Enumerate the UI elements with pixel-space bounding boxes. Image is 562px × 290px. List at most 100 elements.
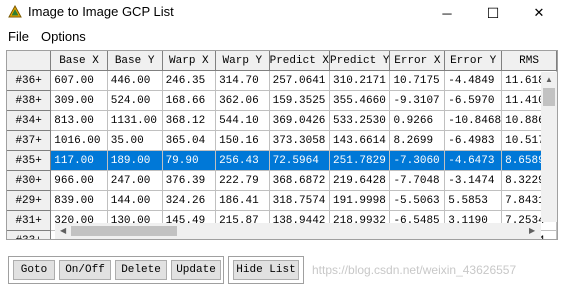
table-row[interactable]: #34+ 813.00 1131.00 368.12 544.10 369.0426 533… xyxy=(7,110,557,131)
minimize-button[interactable]: ─ xyxy=(424,0,470,26)
table-row[interactable]: #30+ 966.00 247.00 376.39 222.79 368.6872 219.… xyxy=(7,170,557,191)
table-cell[interactable]: 35.00 xyxy=(107,130,163,151)
table-cell[interactable]: 544.10 xyxy=(215,110,270,131)
table-cell[interactable]: -7.7048 xyxy=(389,170,446,191)
column-header[interactable]: Warp X xyxy=(162,51,217,71)
row-header[interactable]: #35+ xyxy=(7,150,52,171)
table-row[interactable]: #35+ 117.00 189.00 79.90 256.43 72.5964 251.78… xyxy=(7,150,557,171)
close-button[interactable]: ✕ xyxy=(516,0,562,26)
table-cell[interactable]: 1131.00 xyxy=(107,110,163,131)
scroll-right-icon[interactable]: ▶ xyxy=(529,227,535,235)
row-header[interactable]: #37+ xyxy=(7,130,52,151)
table-cell[interactable]: 246.35 xyxy=(162,70,217,91)
vertical-scrollbar[interactable]: ▲ xyxy=(541,72,557,222)
update-button[interactable]: Update xyxy=(171,260,221,280)
table-cell[interactable]: -5.5063 xyxy=(389,190,446,211)
table-cell[interactable]: 376.39 xyxy=(162,170,217,191)
table-cell[interactable]: -4.4849 xyxy=(444,70,503,91)
table-cell[interactable]: 607.00 xyxy=(50,70,108,91)
table-cell[interactable]: 189.00 xyxy=(107,150,163,171)
table-cell[interactable]: 257.0641 xyxy=(269,70,331,91)
table-cell[interactable]: 159.3525 xyxy=(269,90,331,111)
row-header[interactable]: #31+ xyxy=(7,210,52,231)
hide-list-button[interactable]: Hide List xyxy=(233,260,299,280)
table-cell[interactable]: 247.00 xyxy=(107,170,163,191)
scroll-up-icon[interactable]: ▲ xyxy=(545,76,553,84)
column-header[interactable]: Predict Y xyxy=(329,51,391,71)
table-row[interactable]: #29+ 839.00 144.00 324.26 186.41 318.7574 191.… xyxy=(7,190,557,211)
table-cell[interactable]: 533.2530 xyxy=(329,110,391,131)
table-cell[interactable]: 5.5853 xyxy=(444,190,503,211)
column-header[interactable]: Warp Y xyxy=(215,51,270,71)
table-cell[interactable]: 446.00 xyxy=(107,70,163,91)
column-header[interactable]: Predict X xyxy=(269,51,331,71)
menu-file[interactable]: File xyxy=(8,29,29,44)
column-header[interactable]: RMS xyxy=(501,51,557,71)
table-cell[interactable]: 0.9266 xyxy=(389,110,446,131)
onoff-button[interactable]: On/Off xyxy=(59,260,111,280)
table-cell[interactable]: 324.26 xyxy=(162,190,217,211)
table-cell[interactable]: 368.12 xyxy=(162,110,217,131)
table-cell[interactable]: 168.66 xyxy=(162,90,217,111)
horizontal-scrollbar[interactable]: ◀ ▶ xyxy=(55,223,541,239)
row-header[interactable]: #29+ xyxy=(7,190,52,211)
table-cell[interactable]: -10.8468 xyxy=(444,110,503,131)
table-cell[interactable]: 369.0426 xyxy=(269,110,331,131)
table-cell[interactable]: 966.00 xyxy=(50,170,108,191)
menu-options[interactable]: Options xyxy=(41,29,86,44)
table-cell[interactable]: 143.6614 xyxy=(329,130,391,151)
table-cell[interactable]: -6.5970 xyxy=(444,90,503,111)
column-header[interactable]: Error Y xyxy=(444,51,503,71)
table-cell[interactable]: 79.90 xyxy=(162,150,217,171)
table-cell[interactable]: 219.6428 xyxy=(329,170,391,191)
table-cell[interactable]: 373.3058 xyxy=(269,130,331,151)
vertical-scroll-thumb[interactable] xyxy=(543,88,555,106)
table-cell[interactable]: -7.3060 xyxy=(389,150,446,171)
table-cell[interactable]: 355.4660 xyxy=(329,90,391,111)
table-cell[interactable]: 256.43 xyxy=(215,150,270,171)
row-header[interactable]: #38+ xyxy=(7,90,52,111)
table-cell[interactable]: 813.00 xyxy=(50,110,108,131)
table-cell[interactable]: -6.4983 xyxy=(444,130,503,151)
table-cell[interactable]: 310.2171 xyxy=(329,70,391,91)
row-header[interactable]: #33+ xyxy=(7,230,52,239)
horizontal-scroll-thumb[interactable] xyxy=(71,226,177,236)
column-header[interactable]: Base X xyxy=(50,51,108,71)
row-header[interactable]: #30+ xyxy=(7,170,52,191)
table-row[interactable]: #36+ 607.00 446.00 246.35 314.70 257.0641 310.… xyxy=(7,70,557,91)
row-header[interactable]: #36+ xyxy=(7,70,52,91)
table-cell[interactable]: 839.00 xyxy=(50,190,108,211)
table-cell[interactable]: 314.70 xyxy=(215,70,270,91)
scroll-left-icon[interactable]: ◀ xyxy=(60,227,66,235)
table-cell[interactable]: 144.00 xyxy=(107,190,163,211)
maximize-button[interactable]: ☐ xyxy=(470,0,516,26)
delete-button[interactable]: Delete xyxy=(115,260,167,280)
table-cell[interactable]: 365.04 xyxy=(162,130,217,151)
column-header[interactable]: Base Y xyxy=(107,51,163,71)
table-cell[interactable]: 362.06 xyxy=(215,90,270,111)
table-cell[interactable]: 251.7829 xyxy=(329,150,391,171)
table-cell[interactable]: 368.6872 xyxy=(269,170,331,191)
table-cell[interactable]: 191.9998 xyxy=(329,190,391,211)
table-row[interactable]: #37+ 1016.00 35.00 365.04 150.16 373.3058 143.… xyxy=(7,130,557,151)
table-cell[interactable]: 1016.00 xyxy=(50,130,108,151)
table-cell[interactable]: -4.6473 xyxy=(444,150,503,171)
goto-button[interactable]: Goto xyxy=(13,260,55,280)
table-row[interactable]: #38+ 309.00 524.00 168.66 362.06 159.3525 355.… xyxy=(7,90,557,111)
table-cell[interactable]: -3.1474 xyxy=(444,170,503,191)
table-cell[interactable]: 186.41 xyxy=(215,190,270,211)
row-header[interactable]: #34+ xyxy=(7,110,52,131)
table-cell[interactable]: 318.7574 xyxy=(269,190,331,211)
table-cell[interactable]: 72.5964 xyxy=(269,150,331,171)
table-cell[interactable]: 117.00 xyxy=(50,150,108,171)
column-header[interactable]: Error X xyxy=(389,51,446,71)
table-cell[interactable]: -9.3107 xyxy=(389,90,446,111)
table-cell[interactable]: 309.00 xyxy=(50,90,108,111)
table-cell[interactable]: 8.2699 xyxy=(389,130,446,151)
title-bar: Image to Image GCP List ─ ☐ ✕ xyxy=(0,0,562,26)
gcp-grid: Base X Base Y Warp X Warp Y Predict X Pr… xyxy=(7,51,557,239)
table-cell[interactable]: 524.00 xyxy=(107,90,163,111)
table-cell[interactable]: 150.16 xyxy=(215,130,270,151)
table-cell[interactable]: 10.7175 xyxy=(389,70,446,91)
table-cell[interactable]: 222.79 xyxy=(215,170,270,191)
